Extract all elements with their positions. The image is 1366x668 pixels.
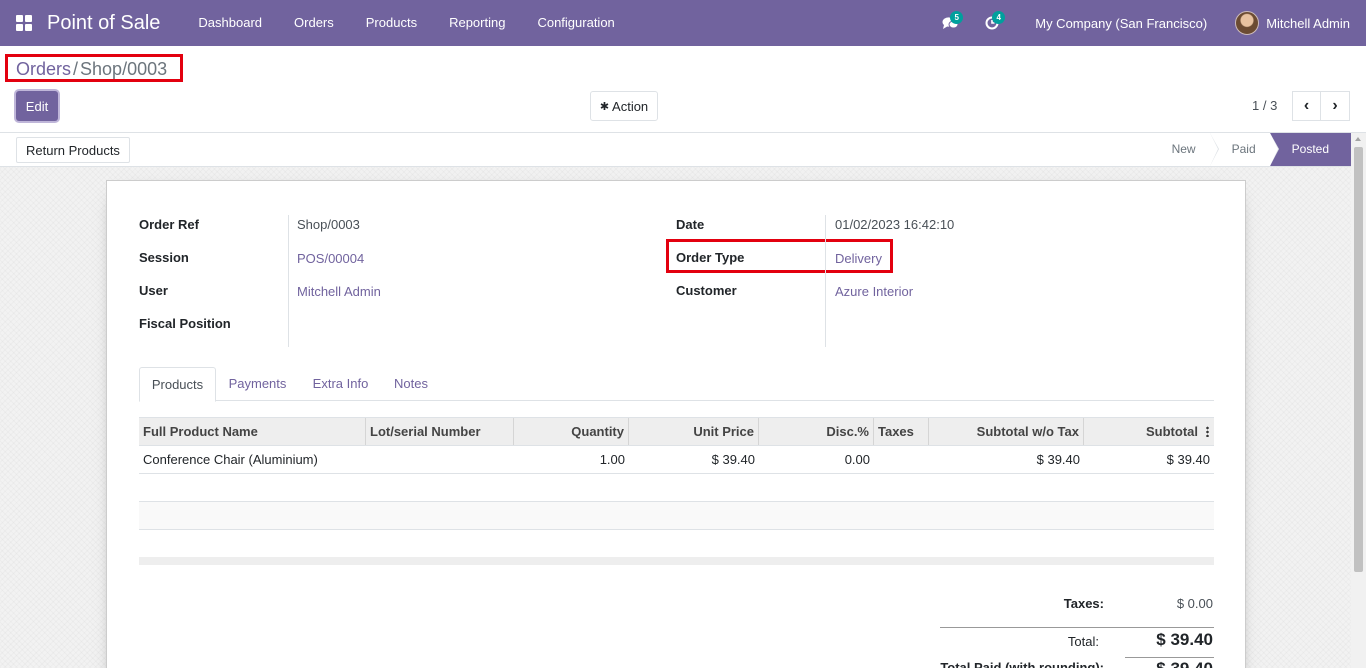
return-products-button[interactable]: Return Products bbox=[16, 137, 130, 163]
taxes-total-value: $ 0.00 bbox=[1176, 596, 1213, 611]
order-lines-table: Full Product Name Lot/serial Number Quan… bbox=[139, 417, 1214, 565]
user-label: User bbox=[139, 283, 168, 298]
control-panel: Orders / Shop/0003 Edit ✱ Action 1 / 3 ‹ › bbox=[0, 46, 1366, 133]
form-content: Order Ref Shop/0003 Session POS/00004 Us… bbox=[0, 167, 1351, 668]
menu-reporting[interactable]: Reporting bbox=[433, 0, 521, 46]
total-value: $ 39.40 bbox=[1156, 630, 1213, 649]
edit-button[interactable]: Edit bbox=[16, 91, 58, 121]
chevron-right-icon: › bbox=[1332, 97, 1338, 114]
unit-price-cell[interactable]: $ 39.40 bbox=[629, 446, 759, 473]
subtotal-wo-tax-cell[interactable]: $ 39.40 bbox=[929, 446, 1084, 473]
table-footer bbox=[139, 557, 1214, 565]
company-switcher[interactable]: My Company (San Francisco) bbox=[1035, 16, 1207, 31]
pager-previous-button[interactable]: ‹ bbox=[1292, 91, 1321, 121]
date-value: 01/02/2023 16:42:10 bbox=[835, 217, 955, 232]
total-label: Total: bbox=[1067, 634, 1099, 649]
stage-new[interactable]: New bbox=[1162, 133, 1219, 166]
order-type-value[interactable]: Delivery bbox=[835, 251, 882, 266]
pager-next-button[interactable]: › bbox=[1321, 91, 1350, 121]
column-header[interactable]: Full Product Name bbox=[139, 418, 366, 445]
app-name[interactable]: Point of Sale bbox=[47, 12, 160, 35]
discount-cell[interactable]: 0.00 bbox=[759, 446, 874, 473]
session-label: Session bbox=[139, 250, 189, 265]
action-label: Action bbox=[612, 98, 649, 114]
page-scrollbar[interactable] bbox=[1351, 133, 1366, 668]
activities-button[interactable]: 4 bbox=[977, 0, 1007, 46]
gear-icon: ✱ bbox=[599, 100, 610, 113]
messaging-button[interactable]: 5 bbox=[935, 0, 965, 46]
quantity-cell[interactable]: 1.00 bbox=[514, 446, 629, 473]
breadcrumb-separator: / bbox=[73, 59, 79, 79]
tab-extra-info[interactable]: Extra Info bbox=[303, 367, 378, 401]
column-header[interactable]: Disc.% bbox=[759, 418, 874, 445]
tab-payments[interactable]: Payments bbox=[219, 367, 296, 401]
form-statusbar: Return Products New Paid Posted bbox=[0, 133, 1351, 167]
status-stages: New Paid Posted bbox=[1162, 133, 1351, 166]
total-paid-value: $ 39.40 bbox=[1117, 659, 1213, 668]
totals-divider bbox=[940, 627, 1214, 628]
order-type-label: Order Type bbox=[676, 250, 745, 265]
top-navbar: Point of Sale Dashboard Orders Products … bbox=[0, 0, 1366, 46]
lot-cell[interactable] bbox=[366, 446, 514, 473]
tab-notes[interactable]: Notes bbox=[385, 367, 437, 401]
breadcrumb-orders-link[interactable]: Orders bbox=[16, 59, 71, 79]
customer-link[interactable]: Azure Interior bbox=[835, 284, 913, 299]
left-group-divider bbox=[288, 215, 289, 347]
customer-label: Customer bbox=[676, 283, 737, 298]
scroll-up-icon[interactable] bbox=[1355, 137, 1361, 141]
column-header[interactable]: Subtotal bbox=[1084, 418, 1214, 445]
right-group-divider bbox=[825, 215, 826, 347]
scrollbar-thumb[interactable] bbox=[1354, 147, 1363, 572]
user-avatar[interactable] bbox=[1235, 11, 1260, 35]
product-name-cell[interactable]: Conference Chair (Aluminium) bbox=[139, 446, 366, 473]
date-label: Date bbox=[676, 217, 705, 232]
column-header[interactable]: Taxes bbox=[874, 418, 929, 445]
menu-orders[interactable]: Orders bbox=[278, 0, 350, 46]
table-header: Full Product Name Lot/serial Number Quan… bbox=[139, 417, 1214, 446]
fiscal-position-label: Fiscal Position bbox=[139, 316, 231, 331]
stage-paid[interactable]: Paid bbox=[1210, 133, 1279, 166]
tab-products[interactable]: Products bbox=[139, 367, 216, 402]
table-row[interactable]: Conference Chair (Aluminium) 1.00 $ 39.4… bbox=[139, 446, 1214, 474]
action-button[interactable]: ✱ Action bbox=[590, 91, 658, 121]
total-paid-divider bbox=[1125, 657, 1214, 658]
order-ref-value: Shop/0003 bbox=[297, 217, 360, 232]
total-paid-label: Total Paid (with rounding): bbox=[940, 660, 1104, 668]
empty-row bbox=[139, 474, 1214, 502]
breadcrumb-current: Shop/0003 bbox=[80, 59, 168, 79]
taxes-total-label: Taxes: bbox=[1063, 596, 1104, 611]
column-header[interactable]: Subtotal w/o Tax bbox=[929, 418, 1084, 445]
menu-dashboard[interactable]: Dashboard bbox=[182, 0, 278, 46]
column-header[interactable]: Unit Price bbox=[629, 418, 759, 445]
notebook-tabs: Products Payments Extra Info Notes bbox=[139, 367, 1214, 402]
apps-menu-icon[interactable] bbox=[16, 15, 32, 31]
column-header[interactable]: Quantity bbox=[514, 418, 629, 445]
user-menu[interactable]: Mitchell Admin bbox=[1266, 16, 1350, 31]
order-ref-label: Order Ref bbox=[139, 217, 199, 232]
empty-row bbox=[139, 502, 1214, 530]
breadcrumb: Orders / Shop/0003 bbox=[16, 59, 167, 80]
taxes-cell[interactable] bbox=[874, 446, 929, 473]
activities-badge: 4 bbox=[992, 11, 1006, 24]
menu-products[interactable]: Products bbox=[350, 0, 433, 46]
chevron-left-icon: ‹ bbox=[1303, 97, 1310, 114]
menu-configuration[interactable]: Configuration bbox=[521, 0, 630, 46]
session-link[interactable]: POS/00004 bbox=[297, 251, 364, 266]
stage-posted[interactable]: Posted bbox=[1269, 133, 1351, 166]
subtotal-cell[interactable]: $ 39.40 bbox=[1084, 446, 1214, 473]
column-header[interactable]: Lot/serial Number bbox=[366, 418, 514, 445]
messages-badge: 5 bbox=[950, 11, 964, 24]
form-sheet: Order Ref Shop/0003 Session POS/00004 Us… bbox=[106, 180, 1246, 668]
optional-columns-icon[interactable] bbox=[1206, 426, 1209, 437]
pager-value[interactable]: 1 / 3 bbox=[1252, 98, 1277, 113]
user-link[interactable]: Mitchell Admin bbox=[297, 284, 381, 299]
